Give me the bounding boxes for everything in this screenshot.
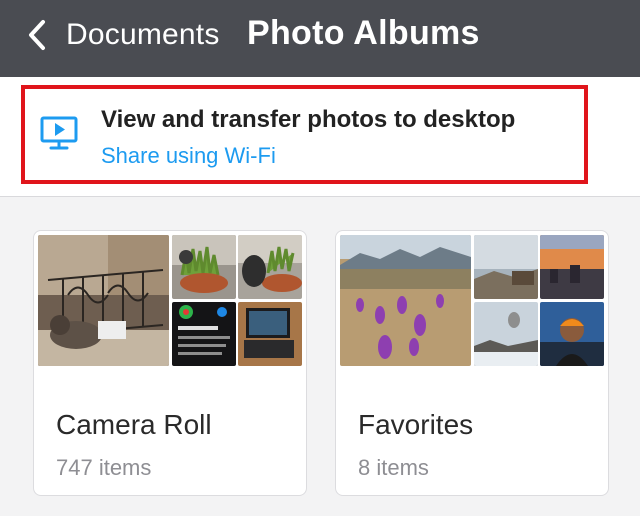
banner-title: View and transfer photos to desktop — [101, 106, 516, 133]
album-name: Favorites — [358, 409, 474, 440]
wifi-share-section: View and transfer photos to desktop Shar… — [0, 77, 640, 197]
album-item-count: 747 items — [56, 455, 152, 480]
album-thumbnail-mosaic — [340, 235, 604, 366]
desktop-play-icon — [39, 113, 79, 153]
back-label: Documents — [66, 18, 220, 51]
page-title: Photo Albums — [247, 14, 480, 52]
share-wifi-link[interactable]: Share using Wi-Fi — [101, 143, 276, 169]
photo-thumbnail — [540, 235, 604, 299]
album-thumbnail-mosaic — [38, 235, 302, 366]
photo-thumbnail — [474, 235, 538, 299]
navigation-bar: Documents Photo Albums — [0, 0, 640, 77]
photo-thumbnail — [38, 235, 169, 366]
album-card-favorites[interactable]: Favorites 8 items — [335, 230, 609, 496]
photo-thumbnail — [238, 302, 302, 366]
photo-thumbnail — [474, 302, 538, 366]
album-name: Camera Roll — [56, 409, 212, 440]
album-card-camera-roll[interactable]: Camera Roll 747 items — [33, 230, 307, 496]
album-item-count: 8 items — [358, 455, 429, 480]
photo-thumbnail — [238, 235, 302, 299]
photo-thumbnail — [340, 235, 471, 366]
chevron-left-icon — [22, 15, 52, 55]
back-button[interactable]: Documents — [22, 10, 220, 60]
wifi-share-banner[interactable]: View and transfer photos to desktop Shar… — [21, 85, 588, 184]
photo-thumbnail — [540, 302, 604, 366]
photo-thumbnail — [172, 235, 236, 299]
photo-thumbnail — [172, 302, 236, 366]
